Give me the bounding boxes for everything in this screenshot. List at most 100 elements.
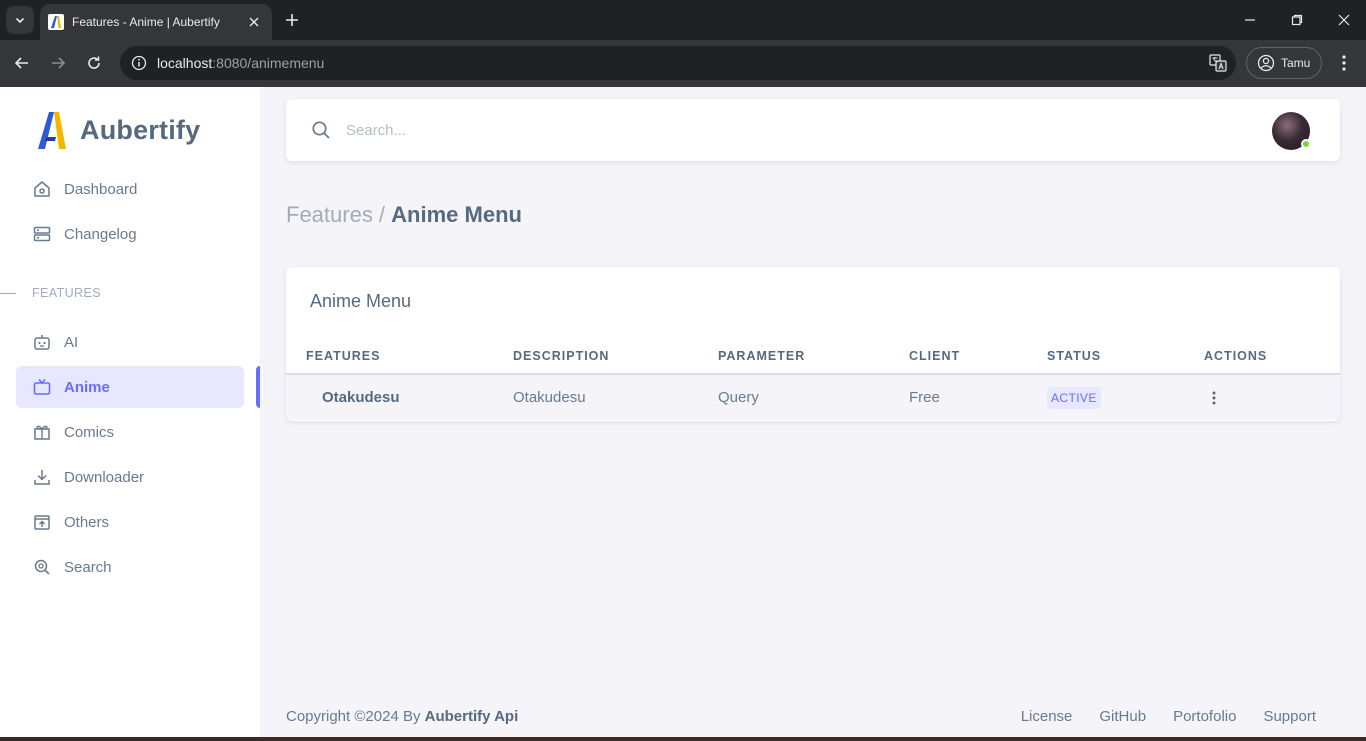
search-icon bbox=[310, 119, 332, 141]
top-search-bar bbox=[286, 99, 1340, 161]
sidebar-item-label: Comics bbox=[64, 423, 115, 441]
footer-link-github[interactable]: GitHub bbox=[1099, 708, 1146, 725]
sidebar-item-label: Changelog bbox=[64, 225, 137, 243]
sidebar-item-label: Downloader bbox=[64, 468, 145, 486]
close-icon bbox=[249, 17, 259, 27]
site-info-icon[interactable] bbox=[130, 54, 148, 72]
browser-tab[interactable]: Features - Anime | Aubertify bbox=[40, 4, 272, 40]
search-input[interactable] bbox=[346, 121, 1146, 139]
sidebar-item-ai[interactable]: AI bbox=[16, 321, 244, 363]
brand-name: Aubertify bbox=[80, 114, 201, 145]
translate-button[interactable] bbox=[1208, 53, 1228, 73]
sidebar-item-search[interactable]: Search bbox=[16, 546, 244, 588]
browser-toolbar: localhost:8080/animemenu Tamu bbox=[0, 40, 1366, 87]
card-title: Anime Menu bbox=[310, 291, 412, 311]
tv-icon bbox=[32, 377, 52, 397]
sidebar-item-others[interactable]: Others bbox=[16, 501, 244, 543]
tab-title: Features - Anime | Aubertify bbox=[72, 15, 220, 29]
column-header-actions: ACTIONS bbox=[1204, 338, 1340, 375]
sidebar-item-changelog[interactable]: Changelog bbox=[16, 213, 244, 255]
sidebar-item-dashboard[interactable]: Dashboard bbox=[16, 168, 244, 210]
close-icon bbox=[1338, 14, 1350, 26]
footer-link-support[interactable]: Support bbox=[1263, 708, 1316, 725]
tab-close-button[interactable] bbox=[246, 14, 262, 30]
account-circle-icon bbox=[1257, 54, 1275, 72]
breadcrumb: Features / Anime Menu bbox=[286, 202, 522, 228]
plus-icon bbox=[286, 14, 298, 26]
column-header-parameter: PARAMETER bbox=[718, 338, 909, 375]
url-path: :8080/animemenu bbox=[212, 55, 325, 71]
new-tab-button[interactable] bbox=[282, 10, 302, 30]
tab-search-button[interactable] bbox=[6, 6, 34, 34]
table-row[interactable]: Otakudesu Otakudesu Query Free ACTIVE bbox=[286, 374, 1340, 420]
more-vertical-icon bbox=[1212, 391, 1216, 404]
section-divider bbox=[0, 292, 16, 294]
sidebar-item-downloader[interactable]: Downloader bbox=[16, 456, 244, 498]
online-status-dot bbox=[1301, 139, 1311, 149]
address-bar[interactable]: localhost:8080/animemenu bbox=[120, 46, 1236, 80]
server-icon bbox=[32, 224, 52, 244]
aubertify-favicon-icon bbox=[48, 14, 64, 30]
copyright-brand[interactable]: Aubertify Api bbox=[425, 708, 519, 725]
sidebar-item-label: Dashboard bbox=[64, 180, 138, 198]
column-header-client: CLIENT bbox=[909, 338, 1047, 375]
sidebar-item-label: Search bbox=[64, 558, 112, 576]
row-actions-button[interactable] bbox=[1204, 387, 1224, 409]
sidebar-item-label: Others bbox=[64, 513, 110, 531]
copyright: Copyright ©2024 By Aubertify Api bbox=[286, 708, 518, 725]
section-header-label: FEATURES bbox=[32, 286, 101, 300]
taskbar-edge bbox=[0, 737, 1366, 741]
cell-client: Free bbox=[909, 374, 1047, 420]
more-vertical-icon bbox=[1342, 55, 1346, 71]
cell-feature: Otakudesu bbox=[286, 374, 513, 420]
reload-icon bbox=[88, 56, 100, 69]
search-zoom-icon bbox=[32, 557, 52, 577]
avatar[interactable] bbox=[1272, 112, 1311, 150]
sidebar-item-anime[interactable]: Anime bbox=[16, 366, 244, 408]
sidebar-item-label: Anime bbox=[64, 378, 110, 396]
anime-menu-card: Anime Menu FEATURES DESCRIPTION PARAMETE… bbox=[286, 267, 1340, 421]
minimize-button[interactable] bbox=[1240, 10, 1260, 30]
section-header-features: FEATURES bbox=[0, 285, 260, 301]
column-header-features: FEATURES bbox=[286, 338, 513, 375]
footer-link-portofolio[interactable]: Portofolio bbox=[1173, 708, 1236, 725]
brand[interactable]: Aubertify bbox=[36, 109, 200, 151]
arrow-left-icon bbox=[14, 57, 28, 69]
features-table: FEATURES DESCRIPTION PARAMETER CLIENT ST… bbox=[286, 338, 1340, 420]
footer-links: License GitHub Portofolio Support bbox=[994, 708, 1316, 725]
copyright-text: Copyright ©2024 By bbox=[286, 708, 421, 725]
reload-button[interactable] bbox=[83, 52, 105, 74]
url-text: localhost:8080/animemenu bbox=[157, 55, 324, 71]
active-indicator bbox=[256, 366, 260, 408]
bot-icon bbox=[32, 332, 52, 352]
translate-icon bbox=[1209, 54, 1227, 72]
table-header-row: FEATURES DESCRIPTION PARAMETER CLIENT ST… bbox=[286, 338, 1340, 375]
aubertify-logo-icon bbox=[38, 112, 66, 149]
chevron-down-icon bbox=[15, 17, 25, 24]
profile-button[interactable]: Tamu bbox=[1246, 47, 1322, 79]
cell-description: Otakudesu bbox=[513, 374, 718, 420]
minimize-icon bbox=[1245, 19, 1255, 21]
browser-menu-button[interactable] bbox=[1334, 52, 1354, 74]
cell-parameter: Query bbox=[718, 374, 909, 420]
back-button[interactable] bbox=[11, 52, 33, 74]
breadcrumb-parent[interactable]: Features / bbox=[286, 202, 385, 227]
column-header-status: STATUS bbox=[1047, 338, 1204, 375]
restore-button[interactable] bbox=[1287, 10, 1307, 30]
sidebar: Aubertify Dashboard Changelog FEATURES A… bbox=[0, 87, 260, 741]
cell-status: ACTIVE bbox=[1047, 374, 1204, 420]
cell-actions bbox=[1204, 374, 1340, 420]
close-window-button[interactable] bbox=[1334, 10, 1354, 30]
column-header-description: DESCRIPTION bbox=[513, 338, 718, 375]
forward-button[interactable] bbox=[47, 52, 69, 74]
browser-tabbar: Features - Anime | Aubertify bbox=[0, 0, 1366, 40]
status-badge: ACTIVE bbox=[1047, 386, 1101, 409]
profile-name: Tamu bbox=[1281, 56, 1311, 70]
sidebar-item-label: AI bbox=[64, 333, 79, 351]
home-icon bbox=[32, 179, 52, 199]
footer-link-license[interactable]: License bbox=[1021, 708, 1073, 725]
sidebar-item-comics[interactable]: Comics bbox=[16, 411, 244, 453]
restore-icon bbox=[1291, 14, 1303, 26]
page-title: Anime Menu bbox=[391, 202, 522, 227]
book-icon bbox=[32, 422, 52, 442]
